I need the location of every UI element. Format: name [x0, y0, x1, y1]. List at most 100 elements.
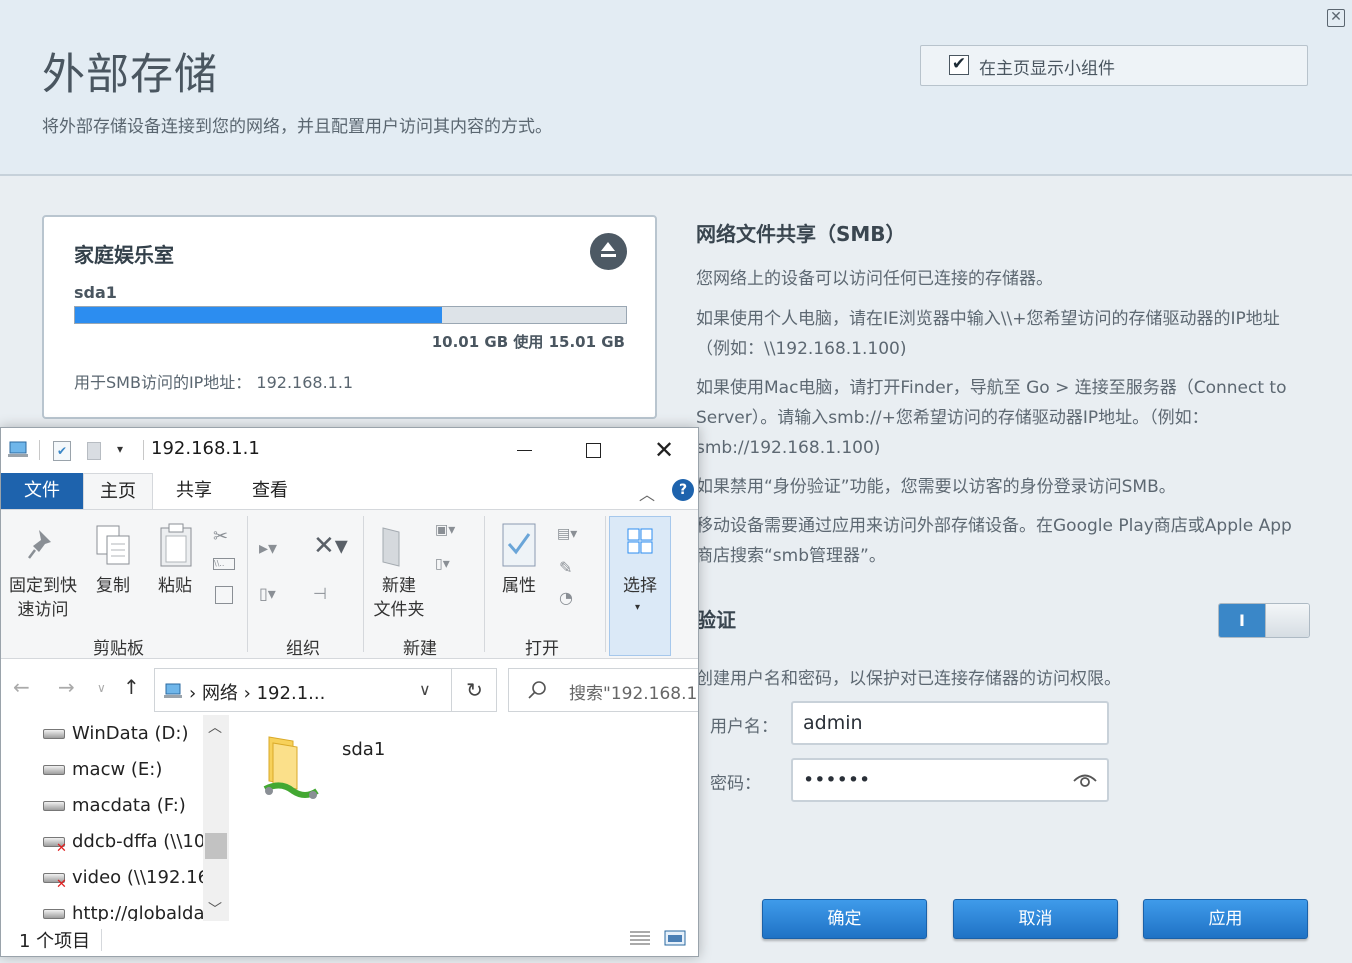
auth-toggle[interactable]: I: [1218, 603, 1310, 638]
smb-ip-label: 用于SMB访问的IP地址：: [74, 373, 252, 392]
ok-button[interactable]: 确定: [762, 899, 927, 939]
show-widget-option[interactable]: ✔ 在主页显示小组件: [920, 45, 1308, 86]
tab-view[interactable]: 查看: [237, 473, 303, 509]
maximize-button[interactable]: [559, 428, 629, 472]
tree-item[interactable]: ✕ video (\\192.16: [43, 867, 209, 895]
network-computer-icon: [164, 683, 182, 698]
details-view-icon[interactable]: [629, 929, 651, 947]
search-icon: [528, 681, 546, 699]
smb-title: 网络文件共享（SMB）: [696, 222, 906, 246]
copy-button[interactable]: 复制: [91, 574, 135, 598]
smb-ip-address: 用于SMB访问的IP地址： 192.168.1.1: [74, 369, 353, 393]
tree-item[interactable]: WinData (D:): [43, 723, 188, 751]
password-input[interactable]: ••••••: [791, 758, 1109, 802]
close-icon[interactable]: ✕: [1327, 9, 1345, 27]
item-count: 1 个项目: [19, 931, 91, 952]
select-icon: [627, 528, 653, 554]
username-label: 用户名：: [710, 717, 778, 737]
move-to-icon[interactable]: ▸▾: [259, 538, 289, 562]
tab-share[interactable]: 共享: [161, 473, 227, 509]
shared-folder-icon[interactable]: [263, 733, 319, 801]
history-icon[interactable]: ◔: [559, 588, 577, 607]
explorer-title-bar[interactable]: ✔ ▾ 192.168.1.1 ✕: [1, 428, 698, 472]
scroll-down-icon[interactable]: ﹀: [208, 899, 222, 919]
auth-toggle-knob: [1265, 604, 1309, 637]
edit-icon[interactable]: ✎: [559, 558, 577, 577]
pin-to-quick-access-button[interactable]: 固定到快 速访问: [5, 574, 81, 622]
show-widget-checkbox[interactable]: ✔: [949, 55, 969, 75]
tree-item[interactable]: http://globalda: [43, 903, 205, 921]
rename-icon[interactable]: ⊣: [313, 584, 337, 606]
up-arrow-icon[interactable]: ↑: [123, 675, 140, 699]
copy-to-icon[interactable]: ▯▾: [259, 584, 293, 606]
copy-path-icon[interactable]: \\..: [213, 558, 235, 570]
collapse-ribbon-icon[interactable]: ︿: [639, 481, 655, 505]
address-bar[interactable]: › 网络 › 192.1... ∨ ↻: [154, 668, 497, 712]
navigation-pane: WinData (D:) macw (E:) macdata (F:) ✕ ddc…: [1, 715, 231, 921]
page-title: 外部存储: [42, 50, 218, 100]
minimize-icon: [517, 450, 532, 451]
quick-access-dropdown-icon[interactable]: ▾: [117, 442, 123, 456]
storage-usage-bar: [74, 306, 627, 324]
pin-icon: [28, 530, 51, 559]
cancel-button[interactable]: 取消: [953, 899, 1118, 939]
page-subtitle: 将外部存储设备连接到您的网络，并且配置用户访问其内容的方式。: [42, 117, 552, 137]
minimize-button[interactable]: [489, 428, 559, 472]
window-title: 192.168.1.1: [151, 438, 260, 459]
open-group-label: 打开: [525, 639, 559, 659]
search-input[interactable]: 搜索"192.168.1: [508, 668, 698, 712]
breadcrumb-network[interactable]: 网络: [202, 683, 238, 704]
properties-button[interactable]: 属性: [495, 574, 543, 598]
cut-icon[interactable]: ✂: [213, 526, 231, 547]
disconnected-drive-icon: ✕: [43, 873, 67, 892]
shared-folder-name[interactable]: sda1: [342, 739, 385, 760]
show-password-eye-icon[interactable]: [1073, 770, 1097, 790]
properties-quick-icon[interactable]: ✔: [53, 441, 71, 461]
username-input[interactable]: admin: [791, 701, 1109, 745]
breadcrumb-current[interactable]: 192.1...: [257, 683, 326, 704]
smb-ip-value: 192.168.1.1: [256, 373, 354, 392]
close-window-button[interactable]: ✕: [629, 428, 698, 472]
new-item-icon[interactable]: ▣▾: [435, 522, 469, 544]
large-icons-view-icon[interactable]: [664, 929, 686, 947]
scrollbar[interactable]: ︿ ﹀: [203, 715, 229, 921]
delete-icon[interactable]: ✕▾: [313, 533, 353, 562]
paste-button[interactable]: 粘贴: [153, 574, 197, 598]
forward-arrow-icon[interactable]: →: [58, 675, 75, 699]
tree-item[interactable]: macdata (F:): [43, 795, 186, 823]
apply-button[interactable]: 应用: [1143, 899, 1308, 939]
eject-icon: [601, 242, 615, 251]
new-folder-button[interactable]: 新建 文件夹: [367, 574, 431, 622]
device-name: 家庭娱乐室: [74, 243, 174, 267]
eject-button[interactable]: [590, 233, 627, 270]
search-placeholder: 搜索"192.168.1: [569, 684, 698, 704]
new-group-label: 新建: [403, 639, 437, 659]
easy-access-icon[interactable]: ▯▾: [435, 556, 469, 578]
paste-shortcut-icon[interactable]: [215, 586, 233, 604]
smb-paragraph: 您网络上的设备可以访问任何已连接的存储器。: [696, 269, 1053, 289]
status-bar: 1 个项目: [1, 921, 698, 956]
refresh-icon[interactable]: ↻: [451, 669, 497, 711]
drive-icon: [43, 801, 65, 811]
tab-file[interactable]: 文件: [1, 473, 83, 509]
scrollbar-thumb[interactable]: [205, 833, 227, 859]
page-header: ✕ 外部存储 将外部存储设备连接到您的网络，并且配置用户访问其内容的方式。 ✔ …: [0, 0, 1352, 176]
chevron-down-icon[interactable]: ∨: [419, 680, 431, 699]
drive-icon: [43, 765, 65, 775]
disconnected-drive-icon: ✕: [43, 837, 67, 856]
tab-home[interactable]: 主页: [83, 473, 153, 509]
drive-name: sda1: [74, 283, 117, 302]
auth-toggle-on: I: [1219, 604, 1265, 637]
tree-item[interactable]: ✕ ddcb-dffa (\\10: [43, 831, 205, 859]
properties-icon: [502, 523, 536, 567]
scroll-up-icon[interactable]: ︿: [208, 717, 222, 737]
open-icon[interactable]: ▤▾: [557, 526, 593, 548]
help-icon[interactable]: ?: [672, 479, 694, 501]
select-button-label: 选择: [623, 576, 657, 596]
smb-paragraph: 移动设备需要通过应用来访问外部存储设备。在Google Play商店或Apple…: [696, 516, 1292, 566]
username-value: admin: [803, 712, 863, 734]
new-folder-quick-icon[interactable]: [87, 442, 101, 460]
tree-item[interactable]: macw (E:): [43, 759, 162, 787]
recent-locations-icon[interactable]: ∨: [97, 681, 106, 695]
back-arrow-icon[interactable]: ←: [13, 675, 30, 699]
